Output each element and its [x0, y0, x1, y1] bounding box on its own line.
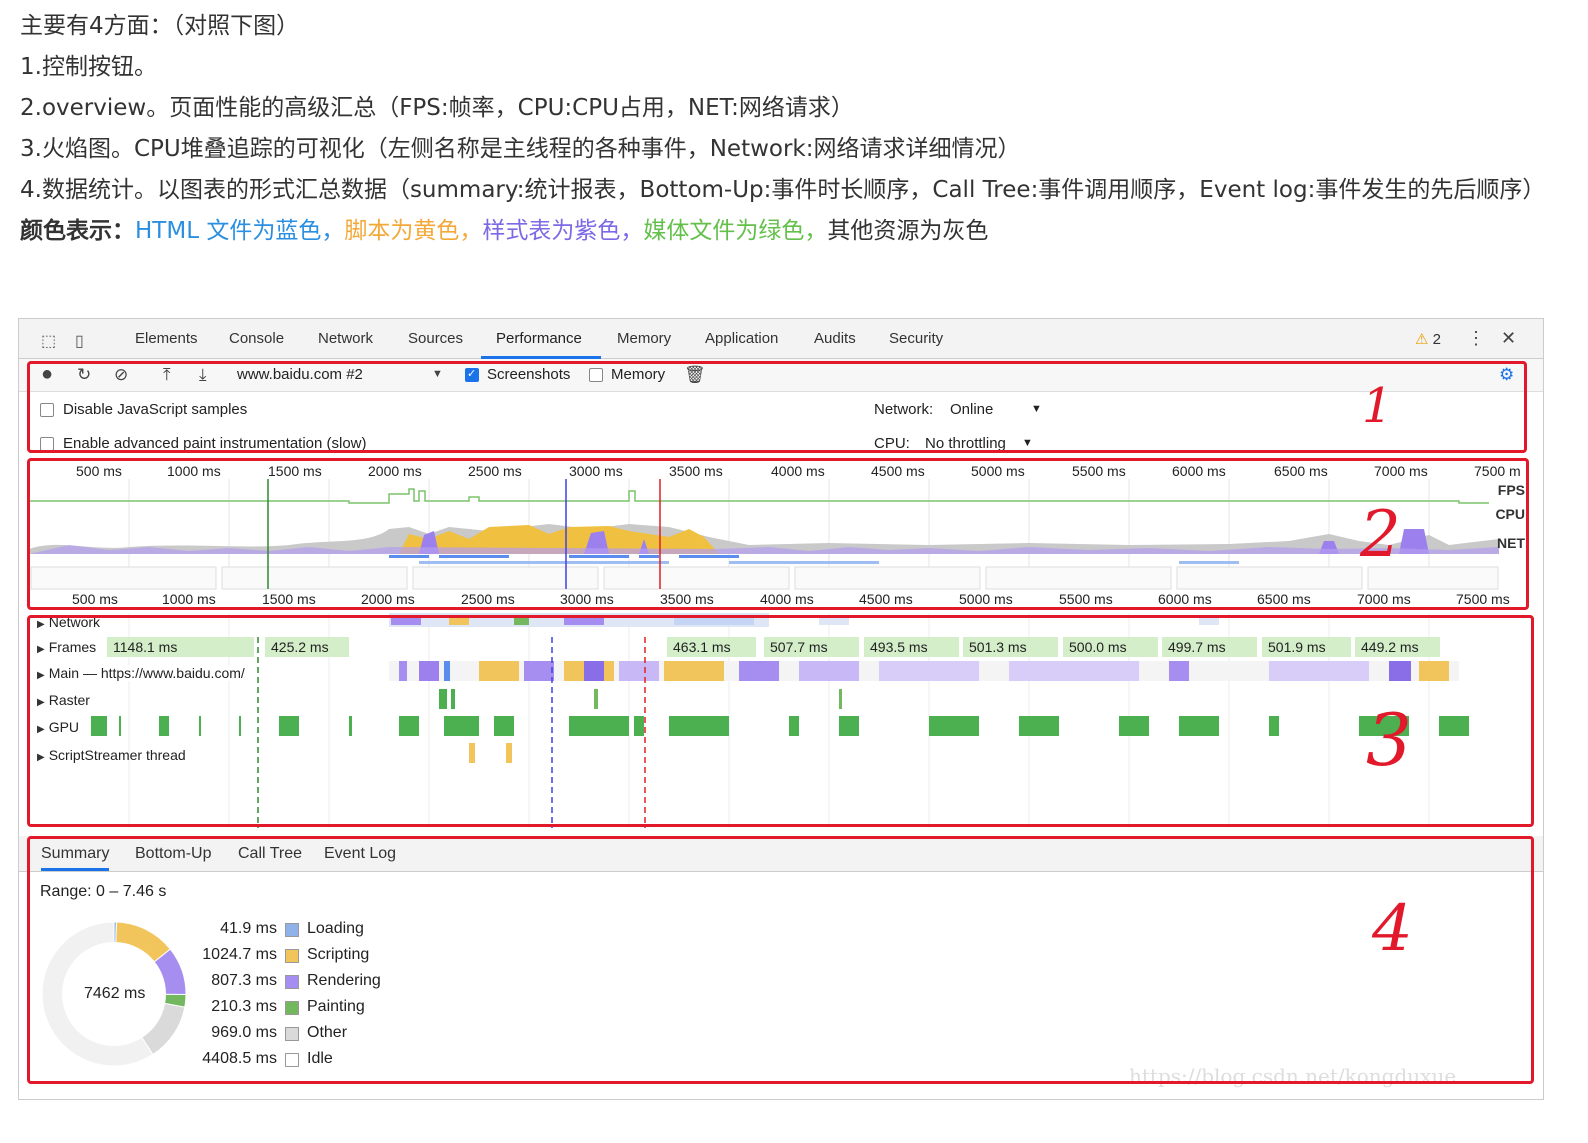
devtools-tabbar: ⬚ ▯ Elements Console Network Sources Per…	[19, 319, 1543, 359]
tab-performance[interactable]: Performance	[496, 330, 582, 347]
tab-console[interactable]: Console	[229, 330, 284, 347]
track-frames[interactable]: ▶ Frames	[37, 639, 96, 655]
inspect-element-icon[interactable]: ⬚	[41, 331, 59, 350]
more-menu-icon[interactable]: ⋮	[1467, 328, 1485, 349]
tab-network[interactable]: Network	[318, 330, 373, 347]
color-legend-title: 颜色表示：	[20, 218, 135, 244]
annotation-box-flame	[27, 615, 1534, 827]
tab-sources[interactable]: Sources	[408, 330, 463, 347]
article-text: 主要有4方面：（对照下图） 1.控制按钮。 2.overview。页面性能的高级…	[20, 6, 1570, 252]
device-toolbar-icon[interactable]: ▯	[75, 331, 93, 350]
point-2: 2.overview。页面性能的高级汇总（FPS:帧率，CPU:CPU占用，NE…	[20, 95, 854, 121]
color-legend-line: 颜色表示：HTML 文件为蓝色，脚本为黄色，样式表为紫色，媒体文件为绿色，其他资…	[20, 211, 1570, 252]
expand-arrow-icon[interactable]: ▶	[37, 644, 45, 655]
color-html: HTML 文件为蓝色，	[135, 218, 345, 244]
tab-audits[interactable]: Audits	[814, 330, 856, 347]
tab-elements[interactable]: Elements	[135, 330, 198, 347]
annotation-number-2: 2	[1360, 498, 1401, 572]
color-media: 媒体文件为绿色，	[643, 218, 828, 244]
track-frames-label: Frames	[48, 639, 97, 655]
point-4: 4.数据统计。以图表的形式汇总数据（summary:统计报表，Bottom-Up…	[20, 177, 1546, 203]
point-1: 1.控制按钮。	[20, 54, 157, 80]
annotation-number-4: 4	[1372, 892, 1413, 966]
close-icon[interactable]: ✕	[1501, 328, 1516, 349]
annotation-box-overview	[27, 458, 1529, 610]
warning-count: 2	[1432, 331, 1441, 348]
color-style: 样式表为紫色，	[482, 218, 644, 244]
color-script: 脚本为黄色，	[344, 218, 483, 244]
annotation-box-summary	[27, 836, 1534, 1084]
tab-memory[interactable]: Memory	[617, 330, 671, 347]
annotation-number-1: 1	[1362, 378, 1393, 434]
point-3: 3.火焰图。CPU堆叠追踪的可视化（左侧名称是主线程的各种事件，Network:…	[20, 136, 1021, 162]
warning-badge[interactable]: ⚠ 2	[1415, 330, 1441, 348]
tab-security[interactable]: Security	[889, 330, 943, 347]
color-other: 其他资源为灰色	[827, 218, 989, 244]
annotation-number-3: 3	[1366, 698, 1412, 782]
intro-line: 主要有4方面：（对照下图）	[20, 13, 300, 39]
warning-icon: ⚠	[1415, 331, 1429, 348]
tab-application[interactable]: Application	[705, 330, 778, 347]
annotation-box-controls	[27, 361, 1527, 453]
